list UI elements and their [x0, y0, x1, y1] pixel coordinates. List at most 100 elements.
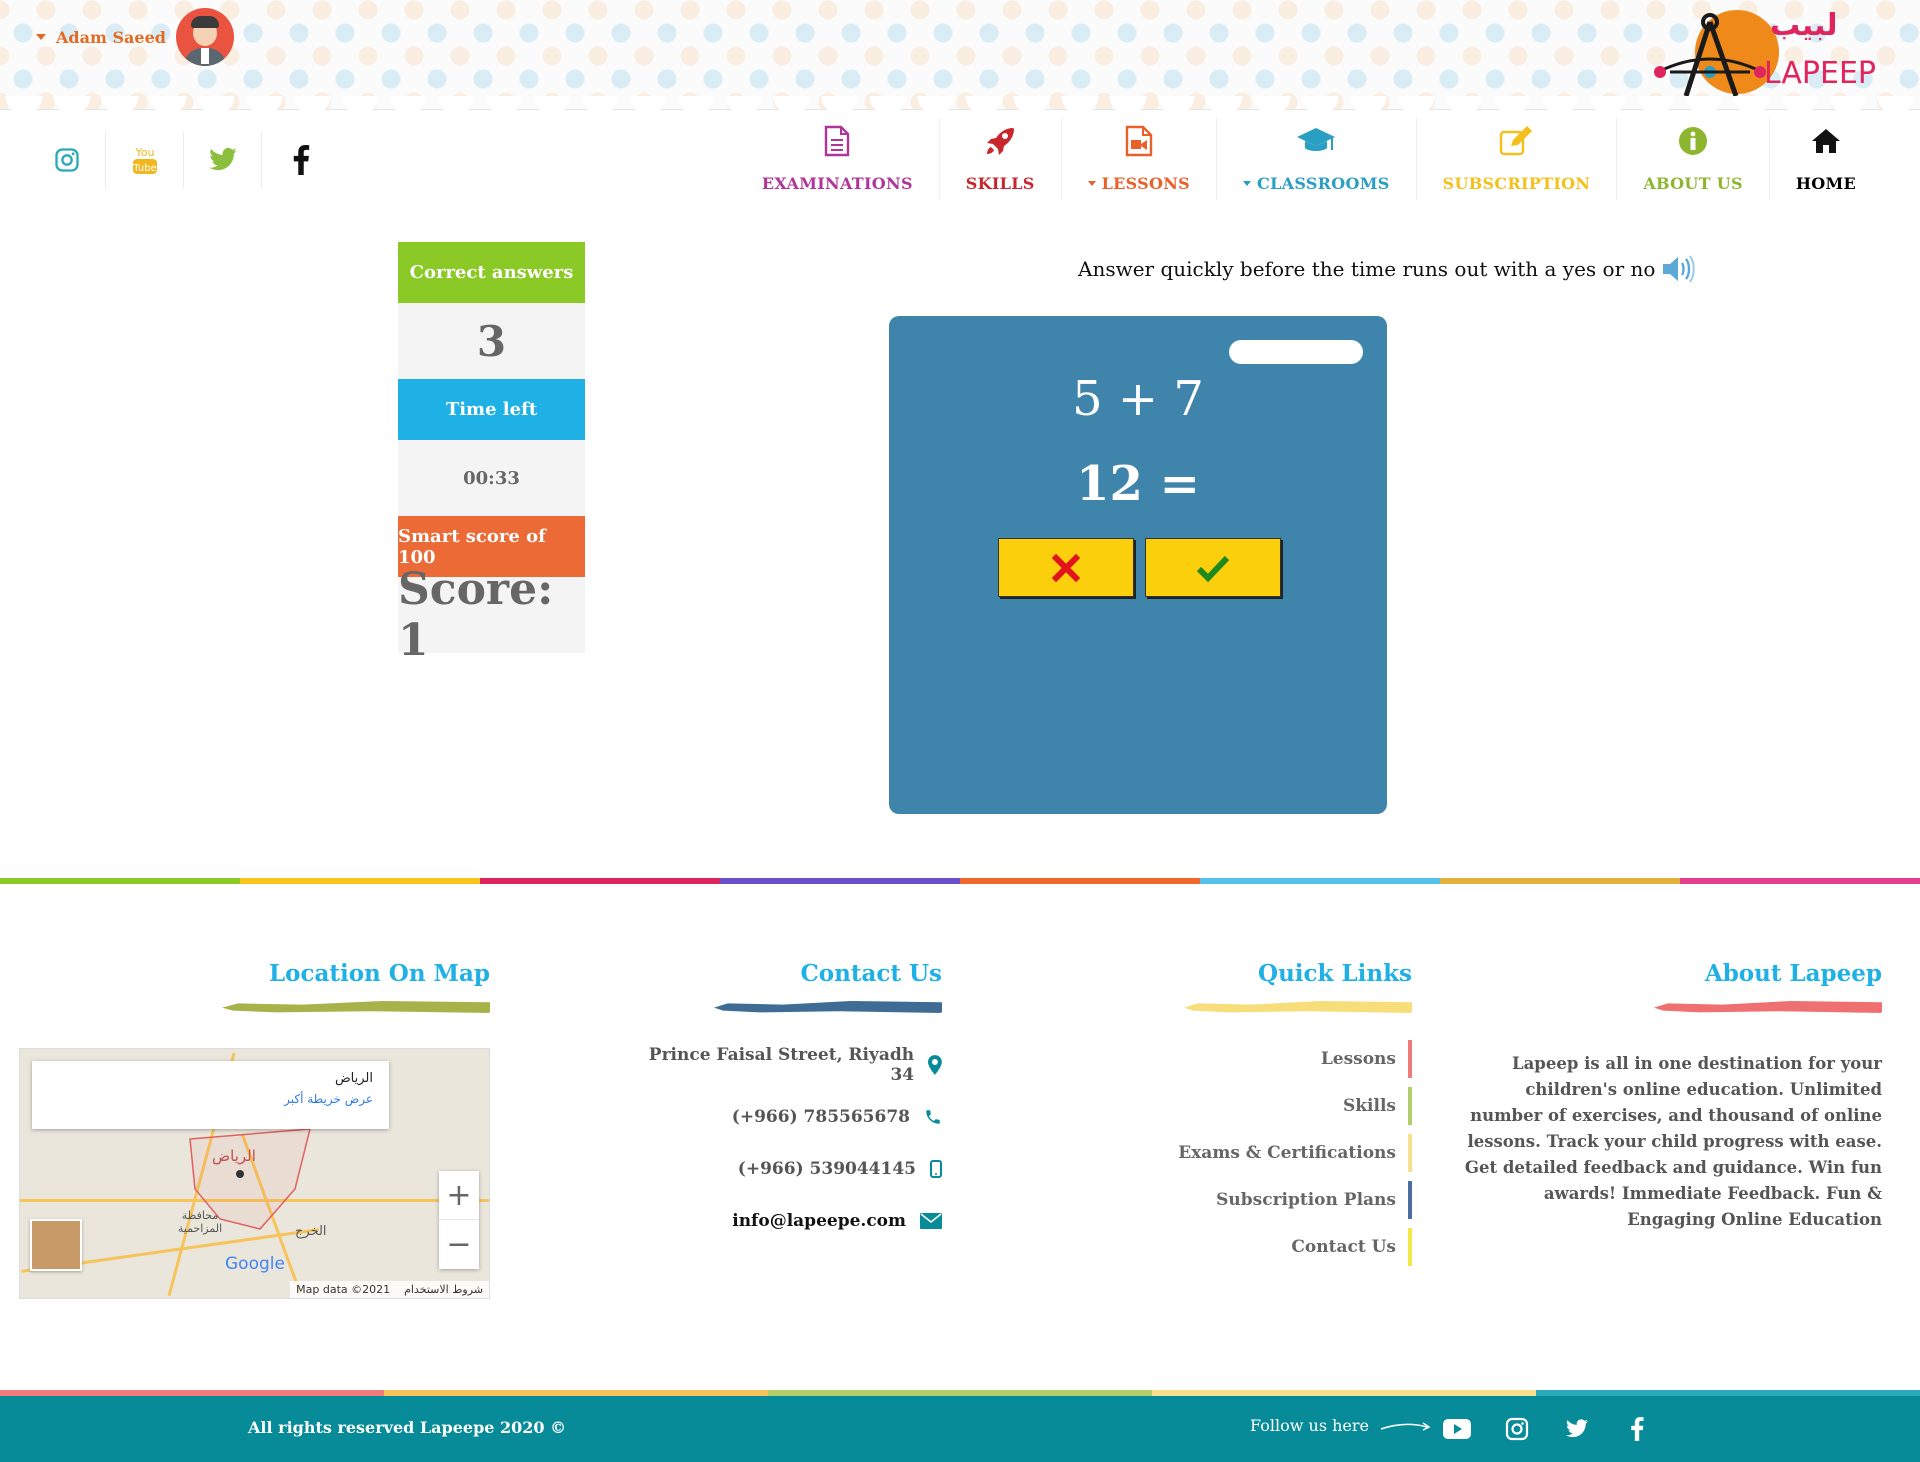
- contact-mobile[interactable]: (+966) 539044145: [622, 1143, 942, 1195]
- graduation-cap-icon: [1297, 128, 1336, 151]
- follow-label: Follow us here: [1250, 1416, 1369, 1435]
- main-navbar: You Tube EXAMINATIONS SKILLS LESSONS CLAS…: [0, 110, 1920, 210]
- caret-down-icon: [36, 34, 46, 40]
- site-logo[interactable]: لبيب LAPEEP: [1650, 6, 1882, 102]
- rocket-icon: [987, 128, 1015, 155]
- nav-lessons[interactable]: LESSONS: [1060, 118, 1216, 200]
- map-popup: الرياض عرض خريطة أكبر: [32, 1061, 389, 1129]
- google-map[interactable]: الرياض عرض خريطة أكبر الرياض محافظة المز…: [19, 1048, 490, 1299]
- twitter-icon: [1566, 1419, 1588, 1438]
- title-underline: [1654, 1001, 1882, 1013]
- mobile-icon: [930, 1160, 942, 1178]
- map-popup-city: الرياض: [334, 1071, 373, 1086]
- info-icon: [1679, 127, 1708, 155]
- no-button[interactable]: [998, 538, 1134, 597]
- nav-label: CLASSROOMS: [1257, 174, 1390, 193]
- quick-link-skills[interactable]: Skills: [1112, 1082, 1412, 1129]
- footer-instagram-link[interactable]: [1500, 1412, 1534, 1446]
- home-icon: [1811, 129, 1840, 153]
- email-text: info@lapeepe.com: [732, 1211, 906, 1231]
- proposed-answer: 12 =: [1076, 456, 1200, 512]
- location-title: Location On Map: [268, 960, 490, 987]
- instruction: Answer quickly before the time runs out …: [1078, 254, 1696, 284]
- twitter-link[interactable]: [184, 132, 262, 188]
- envelope-icon: [920, 1213, 942, 1229]
- caret-down-icon: [1087, 181, 1096, 186]
- larger-map-link[interactable]: عرض خريطة أكبر: [48, 1092, 373, 1106]
- quick-links-title: Quick Links: [1258, 960, 1412, 987]
- svg-text:You: You: [134, 146, 154, 159]
- map-town-label: الخرج: [295, 1224, 327, 1239]
- phone-icon: [926, 1110, 940, 1124]
- quick-link-lessons[interactable]: Lessons: [1112, 1035, 1412, 1082]
- map-city-label: الرياض: [212, 1147, 256, 1165]
- facebook-link[interactable]: [262, 132, 340, 188]
- nav-about[interactable]: ABOUT US: [1616, 118, 1769, 200]
- footer-social-links: [1440, 1412, 1654, 1446]
- phone-text: (+966) 785565678: [731, 1107, 910, 1127]
- map-terms-link[interactable]: شروط الاستخدام: [404, 1283, 483, 1296]
- mobile-text: (+966) 539044145: [737, 1159, 916, 1179]
- map-region-label: محافظة المزاحمية: [177, 1209, 223, 1235]
- quick-link-label: Lessons: [1320, 1048, 1396, 1069]
- quick-link-exams[interactable]: Exams & Certifications: [1112, 1129, 1412, 1176]
- avatar[interactable]: [175, 8, 234, 66]
- zoom-in-button[interactable]: +: [439, 1171, 479, 1220]
- nav-label: EXAMINATIONS: [761, 174, 913, 193]
- zoom-out-button[interactable]: −: [439, 1220, 479, 1269]
- satellite-toggle[interactable]: [30, 1219, 82, 1271]
- nav-menu: EXAMINATIONS SKILLS LESSONS CLASSROOMS S…: [736, 118, 1882, 200]
- facebook-icon: [293, 145, 310, 175]
- yes-button[interactable]: [1145, 538, 1281, 597]
- speaker-icon[interactable]: [1661, 254, 1696, 284]
- arrow-right-icon: [1380, 1421, 1431, 1431]
- about-column: About Lapeep Lapeep is all in one destin…: [1464, 960, 1882, 1233]
- caret-down-icon: [1243, 181, 1252, 186]
- follow-us: Follow us here: [1250, 1416, 1433, 1435]
- logo-latin-text: LAPEEP: [1764, 56, 1876, 91]
- document-icon: [825, 125, 850, 157]
- compass-icon: [1654, 13, 1766, 97]
- quick-link-subscription[interactable]: Subscription Plans: [1112, 1176, 1412, 1223]
- instagram-icon: [1505, 1417, 1529, 1441]
- contact-email[interactable]: info@lapeepe.com: [622, 1195, 942, 1247]
- nav-classrooms[interactable]: CLASSROOMS: [1216, 118, 1416, 200]
- address-text: Prince Faisal Street, Riyadh 34: [648, 1045, 915, 1085]
- time-left-header: Time left: [398, 379, 585, 440]
- social-links: You Tube: [28, 132, 340, 188]
- x-mark-icon: [1051, 553, 1081, 582]
- copyright: All rights reserved Lapeepe 2020 ©: [248, 1418, 567, 1437]
- nav-home[interactable]: HOME: [1768, 118, 1882, 200]
- about-title: About Lapeep: [1704, 960, 1882, 987]
- footer-youtube-link[interactable]: [1440, 1412, 1474, 1446]
- youtube-link[interactable]: You Tube: [106, 132, 184, 188]
- correct-answers-value: 3: [398, 303, 585, 379]
- quick-link-contact[interactable]: Contact Us: [1112, 1223, 1412, 1270]
- nav-subscription[interactable]: SUBSCRIPTION: [1415, 118, 1617, 200]
- nav-label: ABOUT US: [1643, 174, 1743, 193]
- nav-label: HOME: [1795, 174, 1856, 193]
- nav-skills[interactable]: SKILLS: [938, 118, 1061, 200]
- youtube-icon: You Tube: [132, 146, 157, 174]
- user-menu[interactable]: Adam Saeed: [36, 8, 234, 66]
- location-pin-icon: [928, 1055, 942, 1075]
- nav-label: SKILLS: [965, 174, 1035, 193]
- footer-twitter-link[interactable]: [1560, 1412, 1594, 1446]
- user-name[interactable]: Adam Saeed: [56, 28, 166, 47]
- correct-answers-header: Correct answers: [398, 242, 585, 303]
- nav-examinations[interactable]: EXAMINATIONS: [736, 118, 939, 200]
- nav-label: LESSONS: [1101, 174, 1191, 193]
- score-value: Score: 1: [398, 564, 585, 666]
- quick-link-label: Contact Us: [1291, 1236, 1396, 1257]
- map-data-text: Map data ©2021: [296, 1283, 391, 1296]
- check-mark-icon: [1196, 555, 1230, 582]
- logo-text: LAPEEP: [1764, 56, 1877, 91]
- instagram-link[interactable]: [28, 132, 106, 188]
- about-text: Lapeep is all in one destination for you…: [1464, 1054, 1882, 1229]
- footer-facebook-link[interactable]: [1620, 1412, 1654, 1446]
- contact-phone[interactable]: (+966) 785565678: [622, 1091, 942, 1143]
- twitter-icon: [208, 147, 237, 171]
- nav-label: SUBSCRIPTION: [1442, 174, 1591, 193]
- contact-column: Contact Us Prince Faisal Street, Riyadh …: [622, 960, 942, 1247]
- cloud-border: [0, 206, 1920, 230]
